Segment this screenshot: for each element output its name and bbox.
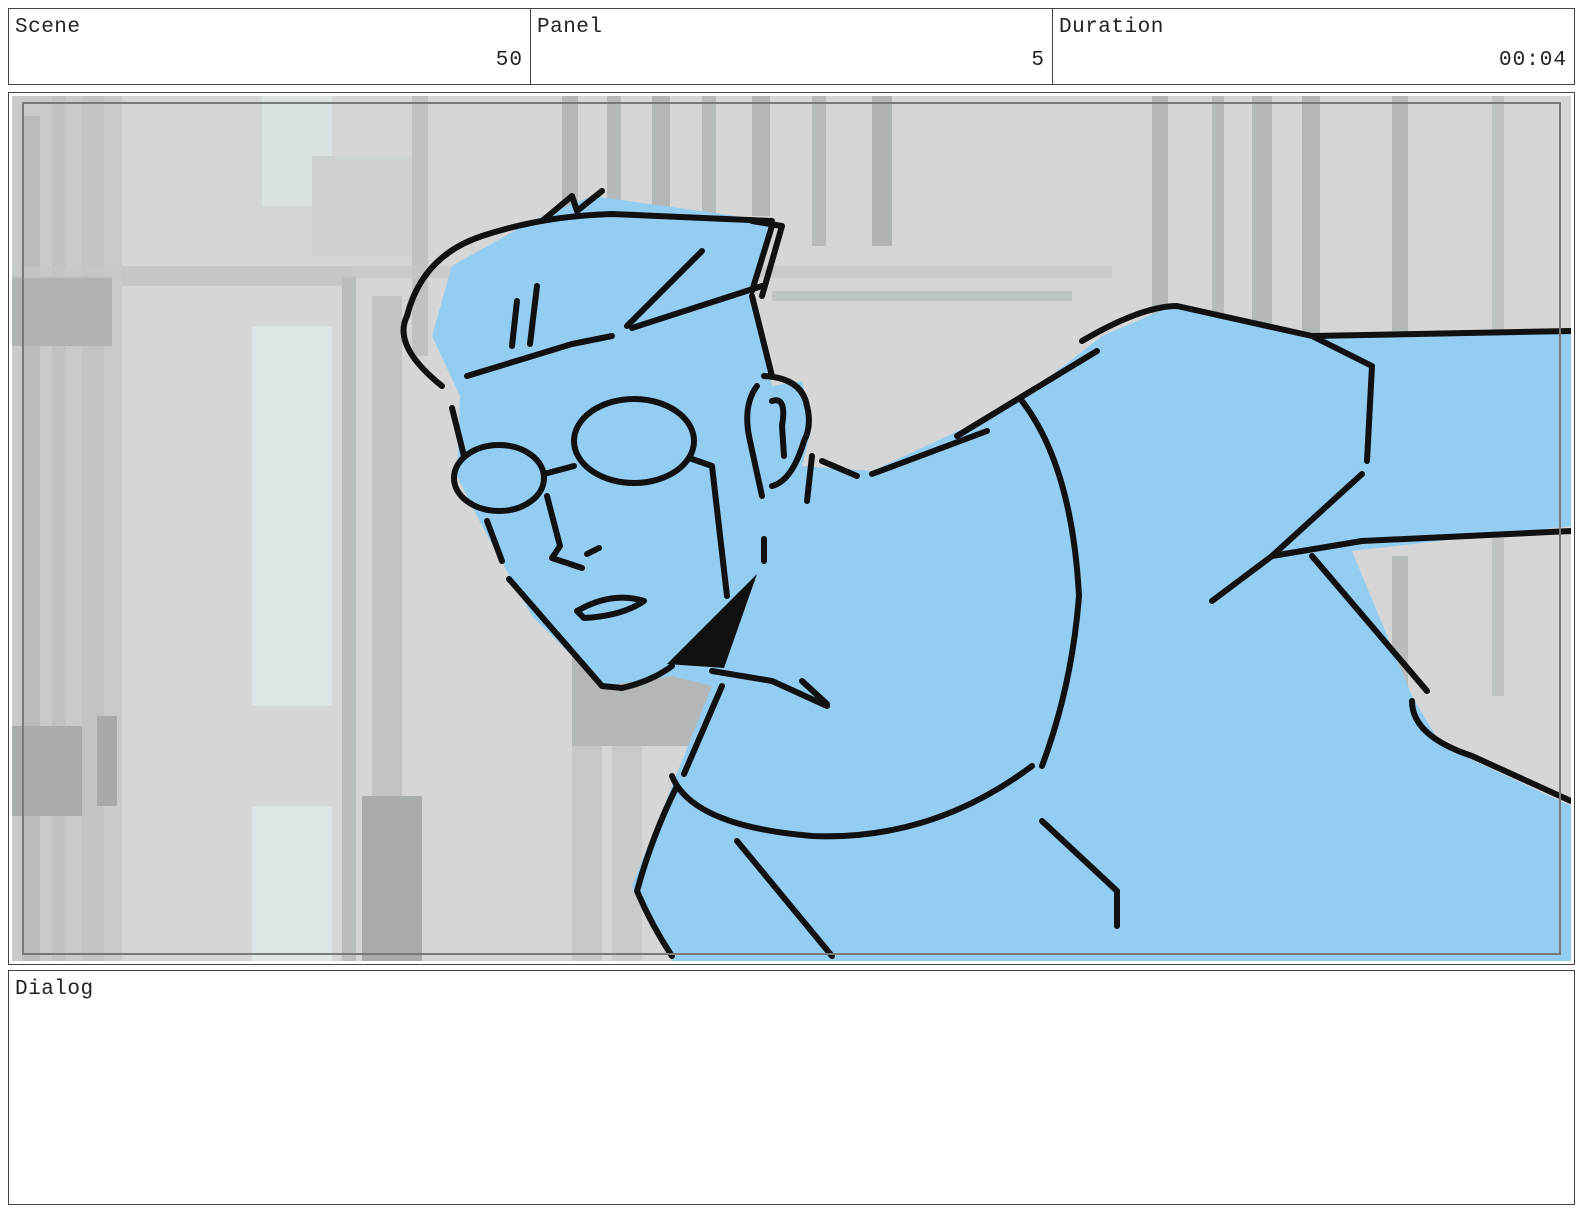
dialog-box[interactable]: Dialog bbox=[8, 970, 1575, 1205]
scene-number: 50 bbox=[495, 49, 523, 72]
panel-label: Panel bbox=[537, 16, 603, 39]
duration-value: 00:04 bbox=[1498, 49, 1567, 72]
storyboard-header: Scene 50 Panel 5 Duration 00:04 bbox=[8, 8, 1575, 85]
duration-label: Duration bbox=[1059, 16, 1164, 39]
panel-drawing-area bbox=[12, 96, 1571, 961]
storyboard-panel bbox=[8, 92, 1575, 965]
duration-cell: Duration 00:04 bbox=[1053, 9, 1574, 84]
scene-label: Scene bbox=[15, 16, 81, 39]
dialog-label: Dialog bbox=[15, 978, 94, 1001]
scene-cell: Scene 50 bbox=[9, 9, 531, 84]
storyboard-sketch bbox=[12, 96, 1571, 961]
panel-number: 5 bbox=[1031, 49, 1045, 72]
panel-cell: Panel 5 bbox=[531, 9, 1053, 84]
